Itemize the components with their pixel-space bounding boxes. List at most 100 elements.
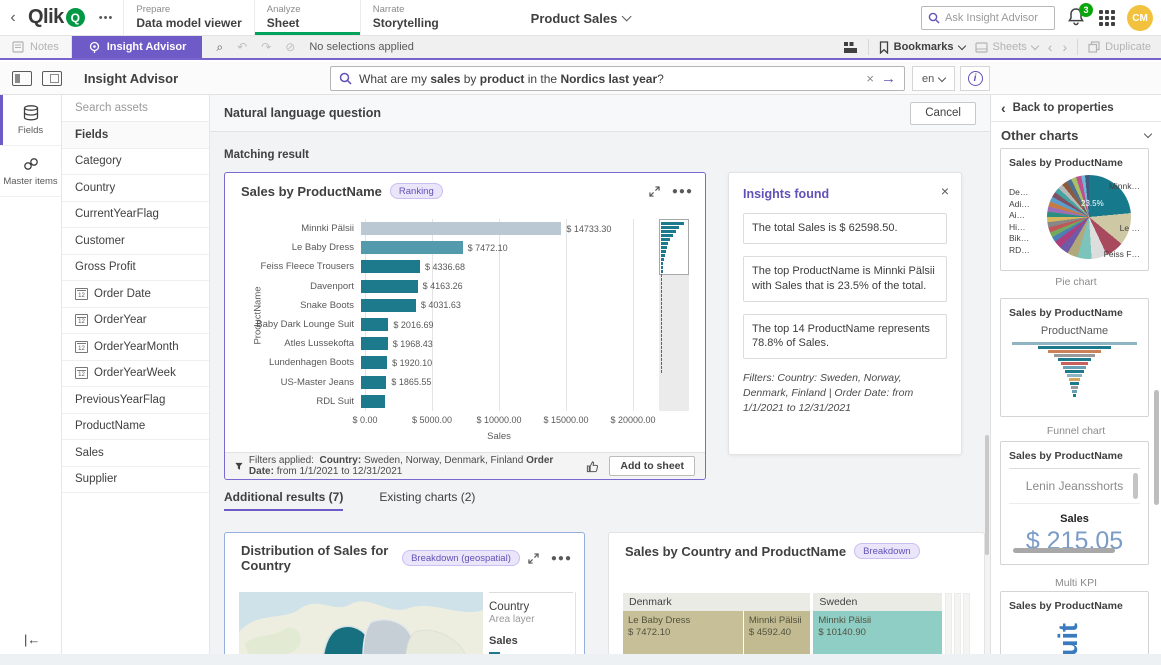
bar[interactable] (361, 337, 388, 351)
field-item-orderyearweek[interactable]: 12 OrderYearWeek (62, 361, 209, 387)
toggle-right-panel-icon[interactable] (42, 70, 62, 86)
field-item-orderyearmonth[interactable]: 12 OrderYearMonth (62, 334, 209, 361)
global-search-input[interactable]: Ask Insight Advisor (921, 6, 1055, 30)
bookmarks-dropdown[interactable]: Bookmarks (879, 40, 966, 54)
tab-additional-results-7-[interactable]: Additional results (7) (224, 490, 344, 511)
bar-row[interactable]: Feiss Fleece Trousers $ 4336.68 (243, 257, 633, 276)
insight-item[interactable]: The total Sales is $ 62598.50. (743, 213, 947, 244)
bar-row[interactable]: US-Master Jeans $ 1865.55 (243, 373, 633, 392)
field-item-orderyear[interactable]: 12 OrderYear (62, 308, 209, 334)
submit-query-icon[interactable]: → (881, 70, 896, 87)
step-back-icon[interactable]: ↶ (237, 40, 247, 54)
divider (867, 39, 869, 55)
bar[interactable] (361, 222, 562, 236)
sheet-grid-icon[interactable] (843, 41, 858, 54)
right-panel-scrollbar[interactable] (1154, 390, 1159, 505)
notes-tab[interactable]: Notes (0, 36, 72, 58)
field-item-country[interactable]: Country (62, 175, 209, 202)
cancel-button[interactable]: Cancel (910, 101, 976, 125)
field-item-currentyearflag[interactable]: CurrentYearFlag (62, 202, 209, 228)
x-axis-ticks: $ 0.00 $ 5000.00 $ 10000.00 $ 15000.00 $ 200… (352, 415, 655, 427)
insight-item[interactable]: The top ProductName is Minnki Pälsii wit… (743, 255, 947, 302)
bottom-strip (0, 654, 1161, 665)
map-chart-card[interactable]: Distribution of Sales for Country Breakd… (224, 532, 585, 665)
nav-tab-storytelling[interactable]: Narrate Storytelling (359, 0, 466, 35)
field-item-supplier[interactable]: Supplier (62, 467, 209, 493)
pie-chart-card[interactable]: Sales by ProductName 23.5% De… Adi… Ai… Hi…… (1000, 148, 1149, 271)
fields-list: Category Country CurrentYearFlag Customer Gr… (62, 149, 209, 493)
bar-row[interactable]: RDL Suit (243, 392, 633, 411)
field-item-sales[interactable]: Sales (62, 440, 209, 467)
clear-query-icon[interactable]: × (866, 71, 874, 86)
bar-row[interactable]: Snake Boots $ 4031.63 (243, 296, 633, 315)
bar-row[interactable]: Davenport $ 4163.26 (243, 277, 633, 296)
next-sheet-button[interactable]: › (1062, 39, 1067, 55)
step-forward-icon[interactable]: ↷ (261, 40, 271, 54)
treemap-chart-card[interactable]: Sales by Country and ProductName Breakdo… (608, 532, 985, 665)
kpi-vertical-scrollbar[interactable] (1133, 473, 1138, 499)
more-options-icon[interactable]: ●●● (551, 553, 572, 564)
result-chart-card[interactable]: Sales by ProductName Ranking ●●● Product… (224, 172, 706, 480)
bar[interactable] (361, 279, 418, 293)
kpi-horizontal-scrollbar[interactable] (1013, 548, 1116, 553)
back-to-properties-button[interactable]: ‹ Back to properties (991, 95, 1161, 122)
tab-existing-charts-2-[interactable]: Existing charts (2) (379, 490, 475, 511)
expand-icon[interactable] (649, 185, 660, 197)
bar[interactable] (361, 394, 386, 408)
other-charts-header[interactable]: Other charts (991, 122, 1161, 148)
rail-item-master-items[interactable]: Master items (0, 146, 61, 197)
app-launcher-icon[interactable] (1099, 10, 1115, 26)
nav-tab-data-model-viewer[interactable]: Prepare Data model viewer (123, 0, 253, 35)
rail-item-fields[interactable]: Fields (0, 95, 61, 146)
sheets-dropdown[interactable]: Sheets (974, 41, 1040, 53)
bar[interactable] (361, 241, 463, 255)
field-item-productname[interactable]: ProductName (62, 414, 209, 440)
multi-kpi-card[interactable]: Sales by ProductName Lenin Jeansshorts S… (1000, 441, 1149, 565)
main-scrollbar[interactable] (985, 435, 989, 555)
insight-item[interactable]: The top 14 ProductName represents 78.8% … (743, 313, 947, 360)
smart-search-icon[interactable]: ⌕ (216, 40, 223, 55)
notifications-button[interactable]: 3 (1067, 3, 1093, 29)
expand-icon[interactable] (528, 552, 539, 564)
bar-row[interactable]: Baby Dark Lounge Suit $ 2016.69 (243, 315, 633, 334)
bar[interactable] (361, 375, 387, 389)
back-button[interactable]: ‹ (0, 0, 26, 35)
bar[interactable] (361, 318, 389, 332)
close-icon[interactable]: × (941, 183, 949, 199)
chart-minimap[interactable] (659, 219, 689, 411)
bookmark-icon (879, 40, 888, 54)
x-tick: $ 15000.00 (543, 415, 589, 425)
app-title-dropdown[interactable]: Product Sales (531, 0, 632, 36)
collapse-panel-icon[interactable]: |← (24, 632, 40, 647)
more-menu-icon[interactable]: ••• (89, 0, 124, 35)
bar-row[interactable]: Le Baby Dress $ 7472.10 (243, 238, 633, 257)
bar-row[interactable]: Minnki Pälsii $ 14733.30 (243, 219, 633, 238)
bar-row[interactable]: Lundenhagen Boots $ 1920.10 (243, 353, 633, 372)
qlik-logo: Qlik Q (26, 0, 89, 35)
thumbs-up-icon[interactable] (586, 460, 599, 473)
field-item-previousyearflag[interactable]: PreviousYearFlag (62, 387, 209, 414)
bar[interactable] (361, 260, 420, 274)
add-to-sheet-button[interactable]: Add to sheet (609, 456, 695, 476)
nlq-search-input[interactable]: What are my sales by product in the Nord… (330, 66, 905, 91)
field-item-customer[interactable]: Customer (62, 228, 209, 255)
field-item-gross-profit[interactable]: Gross Profit (62, 255, 209, 281)
nav-tab-sheet[interactable]: Analyze Sheet (253, 0, 360, 35)
clear-selections-icon[interactable]: ⊘ (285, 40, 295, 54)
prev-sheet-button[interactable]: ‹ (1048, 39, 1053, 55)
search-assets-input[interactable]: Search assets (62, 95, 209, 122)
info-button[interactable]: i (960, 66, 990, 91)
language-selector[interactable]: en (912, 66, 956, 91)
more-options-icon[interactable]: ●●● (672, 186, 693, 197)
field-item-category[interactable]: Category (62, 149, 209, 175)
bar[interactable] (361, 356, 388, 370)
bar[interactable] (361, 298, 416, 312)
duplicate-button[interactable]: Duplicate (1088, 41, 1151, 53)
bar-row[interactable]: Atles Lussekofta $ 1968.43 (243, 334, 633, 353)
toggle-left-panel-icon[interactable] (12, 70, 32, 86)
funnel-chart-card[interactable]: Sales by ProductName ProductName (1000, 298, 1149, 417)
user-avatar[interactable]: CM (1127, 5, 1153, 31)
insight-advisor-tab[interactable]: Insight Advisor (71, 36, 203, 58)
bar-chart-plot[interactable]: Minnki Pälsii $ 14733.30 Le Baby Dress $ 74… (243, 219, 633, 411)
field-item-order-date[interactable]: 12 Order Date (62, 281, 209, 308)
